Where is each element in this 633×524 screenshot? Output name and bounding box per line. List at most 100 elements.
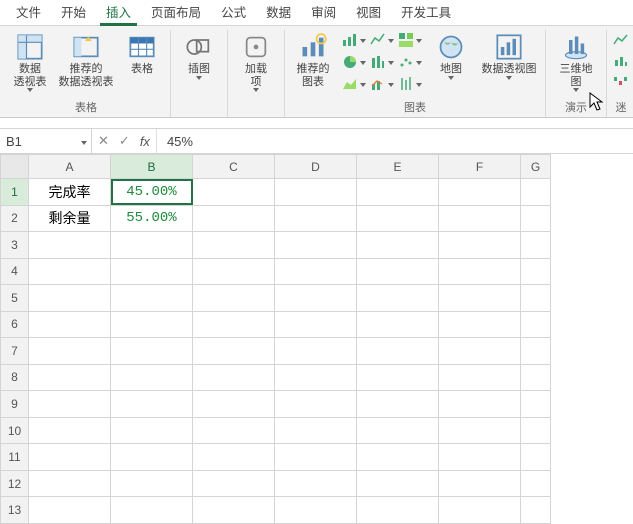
tab-insert[interactable]: 插入: [96, 0, 141, 25]
cell-G10[interactable]: [521, 417, 551, 444]
cell-E12[interactable]: [357, 470, 439, 497]
cell-A12[interactable]: [29, 470, 111, 497]
cell-D5[interactable]: [275, 285, 357, 312]
sparkline-winloss-button[interactable]: [613, 72, 629, 88]
tab-dev[interactable]: 开发工具: [391, 0, 461, 25]
cell-E4[interactable]: [357, 258, 439, 285]
row-header-11[interactable]: 11: [1, 444, 29, 471]
cell-C1[interactable]: [193, 179, 275, 206]
cell-F3[interactable]: [439, 232, 521, 259]
cell-A10[interactable]: [29, 417, 111, 444]
column-header-B[interactable]: B: [111, 155, 193, 179]
cell-G4[interactable]: [521, 258, 551, 285]
cell-C12[interactable]: [193, 470, 275, 497]
cell-F9[interactable]: [439, 391, 521, 418]
pivot-table-button[interactable]: 数据透视表: [8, 30, 52, 93]
chart-pie-button[interactable]: [341, 52, 367, 72]
cell-B1[interactable]: 45.00%: [111, 179, 193, 206]
chart-hier-button[interactable]: [397, 30, 423, 50]
chart-line-button[interactable]: [369, 30, 395, 50]
tab-data[interactable]: 数据: [256, 0, 301, 25]
cell-G6[interactable]: [521, 311, 551, 338]
spreadsheet-grid[interactable]: A B C D E F G 1完成率45.00%2剩余量55.00%345678…: [0, 154, 633, 524]
cell-G9[interactable]: [521, 391, 551, 418]
cell-C5[interactable]: [193, 285, 275, 312]
cell-A13[interactable]: [29, 497, 111, 524]
cell-G1[interactable]: [521, 179, 551, 206]
row-header-3[interactable]: 3: [1, 232, 29, 259]
cell-F10[interactable]: [439, 417, 521, 444]
cell-G5[interactable]: [521, 285, 551, 312]
cell-B9[interactable]: [111, 391, 193, 418]
cell-A2[interactable]: 剩余量: [29, 205, 111, 232]
cell-D6[interactable]: [275, 311, 357, 338]
cell-G11[interactable]: [521, 444, 551, 471]
row-header-13[interactable]: 13: [1, 497, 29, 524]
cell-B6[interactable]: [111, 311, 193, 338]
cell-C8[interactable]: [193, 364, 275, 391]
addins-button[interactable]: 加载项: [234, 30, 278, 93]
cell-B11[interactable]: [111, 444, 193, 471]
cell-D13[interactable]: [275, 497, 357, 524]
cell-A3[interactable]: [29, 232, 111, 259]
map-chart-button[interactable]: 地图: [429, 30, 473, 81]
recommended-charts-button[interactable]: 推荐的图表: [291, 30, 335, 89]
cell-F2[interactable]: [439, 205, 521, 232]
cell-C3[interactable]: [193, 232, 275, 259]
cell-A8[interactable]: [29, 364, 111, 391]
cell-C4[interactable]: [193, 258, 275, 285]
name-box[interactable]: B1: [0, 129, 92, 153]
cell-A11[interactable]: [29, 444, 111, 471]
cell-F1[interactable]: [439, 179, 521, 206]
chart-stat-button[interactable]: [369, 52, 395, 72]
cell-B7[interactable]: [111, 338, 193, 365]
cell-D7[interactable]: [275, 338, 357, 365]
chart-combo-button[interactable]: [369, 74, 395, 94]
cell-F7[interactable]: [439, 338, 521, 365]
recommended-pivot-button[interactable]: 推荐的数据透视表: [58, 30, 114, 89]
cell-E6[interactable]: [357, 311, 439, 338]
row-header-6[interactable]: 6: [1, 311, 29, 338]
cell-F6[interactable]: [439, 311, 521, 338]
cell-C9[interactable]: [193, 391, 275, 418]
column-header-E[interactable]: E: [357, 155, 439, 179]
fx-icon[interactable]: fx: [140, 134, 150, 149]
cell-E2[interactable]: [357, 205, 439, 232]
row-header-7[interactable]: 7: [1, 338, 29, 365]
cell-D2[interactable]: [275, 205, 357, 232]
3d-map-button[interactable]: 三维地图: [552, 30, 600, 93]
tab-formula[interactable]: 公式: [211, 0, 256, 25]
cell-E7[interactable]: [357, 338, 439, 365]
cell-G12[interactable]: [521, 470, 551, 497]
pivot-chart-button[interactable]: 数据透视图: [479, 30, 539, 81]
cell-E1[interactable]: [357, 179, 439, 206]
cell-C10[interactable]: [193, 417, 275, 444]
chart-bar-button[interactable]: [341, 30, 367, 50]
row-header-9[interactable]: 9: [1, 391, 29, 418]
tab-home[interactable]: 开始: [51, 0, 96, 25]
cell-C2[interactable]: [193, 205, 275, 232]
tab-layout[interactable]: 页面布局: [141, 0, 211, 25]
cell-F4[interactable]: [439, 258, 521, 285]
cell-A6[interactable]: [29, 311, 111, 338]
row-header-4[interactable]: 4: [1, 258, 29, 285]
cell-G2[interactable]: [521, 205, 551, 232]
cell-E9[interactable]: [357, 391, 439, 418]
cell-C7[interactable]: [193, 338, 275, 365]
cell-E13[interactable]: [357, 497, 439, 524]
accept-formula-button[interactable]: ✓: [119, 133, 130, 149]
cell-E11[interactable]: [357, 444, 439, 471]
tab-review[interactable]: 审阅: [301, 0, 346, 25]
cell-D8[interactable]: [275, 364, 357, 391]
cell-D11[interactable]: [275, 444, 357, 471]
cell-B13[interactable]: [111, 497, 193, 524]
select-all-corner[interactable]: [1, 155, 29, 179]
chart-area-button[interactable]: [341, 74, 367, 94]
row-header-12[interactable]: 12: [1, 470, 29, 497]
cancel-formula-button[interactable]: ✕: [98, 133, 109, 149]
illustrations-button[interactable]: 插图: [177, 30, 221, 81]
cell-D1[interactable]: [275, 179, 357, 206]
cell-F8[interactable]: [439, 364, 521, 391]
sparkline-column-button[interactable]: [613, 52, 629, 68]
cell-E5[interactable]: [357, 285, 439, 312]
